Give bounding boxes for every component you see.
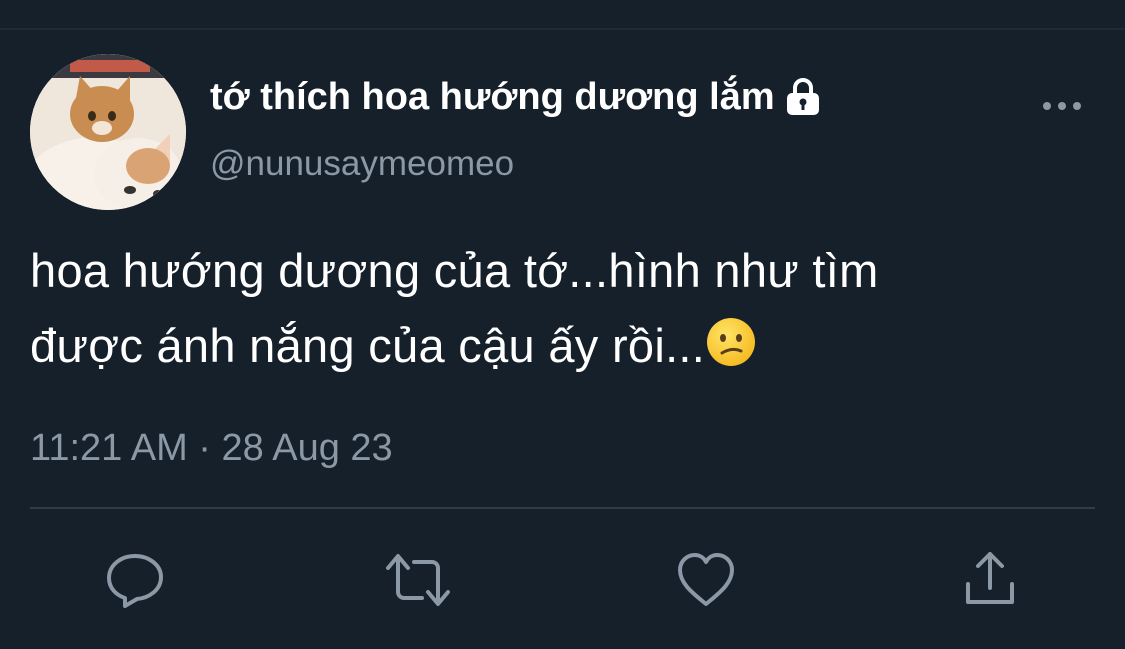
tweet-text: hoa hướng dương của tớ...hình như tìm đư… (30, 233, 1090, 383)
retweet-icon[interactable] (386, 548, 450, 612)
tweet-text-line-2-content: được ánh nắng của cậu ấy rồi... (30, 319, 706, 372)
top-divider (0, 28, 1125, 30)
lock-icon (781, 77, 825, 117)
tweet-text-line-2: được ánh nắng của cậu ấy rồi... (30, 308, 1090, 383)
display-name-row[interactable]: tớ thích hoa hướng dương lắm (210, 72, 825, 122)
like-icon[interactable] (674, 548, 738, 612)
user-handle[interactable]: @nunusaymeomeo (210, 140, 514, 188)
confused-face-emoji-icon (705, 314, 757, 366)
actions-divider (30, 507, 1095, 509)
share-icon[interactable] (958, 548, 1022, 612)
more-options-icon[interactable] (1040, 88, 1084, 124)
avatar[interactable] (30, 54, 186, 210)
tweet-timestamp[interactable]: 11:21 AM · 28 Aug 23 (30, 422, 393, 474)
cat-avatar-image (30, 54, 186, 210)
tweet-text-line-1: hoa hướng dương của tớ...hình như tìm (30, 244, 879, 297)
display-name[interactable]: tớ thích hoa hướng dương lắm (210, 72, 775, 122)
reply-icon[interactable] (103, 548, 167, 612)
